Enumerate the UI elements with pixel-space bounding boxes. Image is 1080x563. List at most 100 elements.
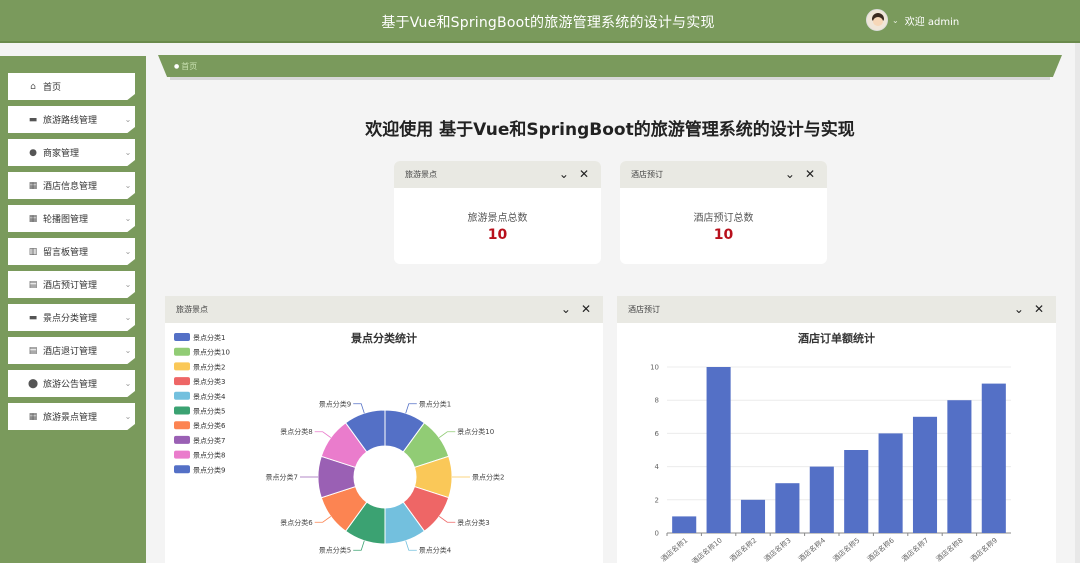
sidebar-item-label: 商家管理 (43, 149, 80, 159)
pie-leader-line (314, 431, 332, 438)
top-bar: 基于Vue和SpringBoot的旅游管理系统的设计与实现 ⌄ 欢迎 admin (0, 0, 1080, 43)
legend-swatch[interactable] (174, 435, 190, 444)
legend-swatch[interactable] (174, 362, 190, 371)
pie-slice-label: 景点分类5 (319, 546, 351, 555)
sidebar-item[interactable]: ▬ 旅游路线管理 ⌄ (8, 106, 135, 133)
legend-label[interactable]: 景点分类6 (193, 421, 226, 430)
y-tick-label: 8 (655, 397, 659, 405)
legend-label[interactable]: 景点分类9 (193, 465, 225, 474)
user-menu[interactable]: ⌄ 欢迎 admin (866, 9, 959, 31)
pie-chart-panel: 旅游景点 ⌄ ✕ 景点分类统计 景点分类1 景点分类10 景点分类2 景点分类3 景点分… (165, 296, 603, 563)
sidebar-item[interactable]: ▦ 轮播图管理 ⌄ (8, 205, 135, 232)
legend-label[interactable]: 景点分类8 (193, 451, 225, 460)
sidebar-item[interactable]: ▤ 酒店预订管理 ⌄ (8, 271, 135, 298)
chevron-down-icon: ⌄ (124, 247, 132, 256)
legend-swatch[interactable] (174, 406, 190, 415)
box-icon: ▤ (28, 279, 38, 290)
card-header-title: 旅游景点 (405, 170, 437, 179)
sidebar: ⌂ 首页 ▬ 旅游路线管理 ⌄ ● 商家管理 ⌄ ▦ 酒店信息管理 ⌄ ▦ 轮播图管理 ⌄ ▥ 留言板管理 ⌄ ▤… (0, 56, 146, 563)
legend-swatch[interactable] (174, 333, 190, 341)
sidebar-item-label: 酒店信息管理 (43, 182, 98, 192)
sidebar-item-label: 酒店预订管理 (43, 281, 98, 291)
legend-swatch[interactable] (174, 450, 190, 459)
legend-label[interactable]: 景点分类2 (193, 362, 225, 371)
collapse-icon[interactable]: ⌄ (559, 167, 569, 181)
card-header: 旅游景点 ⌄ ✕ (394, 161, 601, 188)
chevron-down-icon[interactable]: ⌄ (892, 16, 899, 25)
sidebar-item-label: 酒店退订管理 (43, 347, 98, 357)
legend-swatch[interactable] (174, 377, 190, 386)
page-title: 欢迎使用 基于Vue和SpringBoot的旅游管理系统的设计与实现 (365, 120, 855, 140)
pie-slice-label: 景点分类6 (280, 518, 313, 527)
pie-leader-line (438, 431, 456, 438)
bar[interactable] (775, 483, 800, 533)
x-tick-label: 酒店名称8 (934, 536, 965, 563)
close-icon[interactable]: ✕ (805, 167, 815, 181)
sidebar-item[interactable]: ▥ 留言板管理 ⌄ (8, 238, 135, 265)
bar[interactable] (706, 367, 731, 533)
x-tick-label: 酒店名称4 (796, 535, 827, 563)
sidebar-item[interactable]: ▬ 景点分类管理 ⌄ (8, 304, 135, 331)
bar[interactable] (809, 466, 834, 533)
list-icon: ▤ (28, 345, 38, 356)
sidebar-item[interactable]: ● 商家管理 ⌄ (8, 139, 135, 166)
folder-icon: ▬ (28, 312, 38, 323)
scrollbar[interactable] (1075, 43, 1080, 563)
bar[interactable] (740, 499, 766, 533)
sidebar-item-label: 景点分类管理 (43, 314, 98, 324)
collapse-icon[interactable]: ⌄ (785, 167, 795, 181)
apps-icon: ▦ (28, 213, 38, 224)
legend-label[interactable]: 景点分类4 (193, 392, 226, 401)
bar-chart: 0246810酒店名称1 酒店名称10 酒店名称2 酒店名称3 酒店名称4 酒店名称5 酒店… (650, 364, 1011, 563)
sidebar-item[interactable]: ⌂ 首页 (8, 73, 135, 100)
legend-swatch[interactable] (174, 465, 190, 474)
breadcrumb-home-link[interactable]: 首页 (181, 61, 197, 72)
sidebar-item-label: 旅游景点管理 (43, 413, 98, 423)
chart-icon: ▥ (28, 246, 38, 257)
pie-slice-label: 景点分类7 (266, 473, 298, 482)
sidebar-item[interactable]: ⬤ 旅游公告管理 ⌄ (8, 370, 135, 397)
bar[interactable] (912, 416, 938, 533)
bar[interactable] (844, 450, 869, 533)
chevron-down-icon: ⌄ (124, 181, 132, 190)
bar[interactable] (947, 400, 972, 533)
bar-chart-panel: 酒店预订 ⌄ ✕ 酒店订单额统计 0 2 4 6 8 10 酒店名称1 酒店名称10 酒店名称2… (617, 296, 1056, 563)
legend-label[interactable]: 景点分类7 (193, 436, 225, 445)
x-tick-label: 酒店名称10 (690, 536, 724, 563)
card-value: 10 (713, 227, 734, 243)
sidebar-item-label: 旅游公告管理 (43, 380, 98, 390)
legend-swatch[interactable] (174, 347, 190, 356)
pie-slice-label: 景点分类1 (419, 399, 451, 408)
pie-leader-line (353, 403, 365, 414)
pie-leader-line (353, 540, 365, 551)
y-tick-label: 2 (655, 496, 659, 504)
pie-leader-line (405, 403, 417, 414)
y-tick-label: 6 (655, 430, 660, 438)
bar[interactable] (981, 383, 1006, 533)
bar[interactable] (878, 433, 903, 533)
sidebar-item[interactable]: ▦ 酒店信息管理 ⌄ (8, 172, 135, 199)
sidebar-item[interactable]: ▤ 酒店退订管理 ⌄ (8, 337, 135, 364)
breadcrumb-dot-icon: ● (174, 62, 180, 70)
x-tick-label: 酒店名称6 (865, 535, 896, 563)
breadcrumb-shadow (170, 77, 1050, 80)
sidebar-item-label: 首页 (43, 83, 62, 93)
legend-swatch[interactable] (174, 421, 190, 430)
y-tick-label: 4 (655, 463, 660, 471)
card-label: 旅游景点总数 (467, 213, 528, 224)
sidebar-item[interactable]: ▦ 旅游景点管理 ⌄ (8, 403, 135, 430)
sidebar-item-label: 旅游路线管理 (43, 116, 98, 126)
chevron-down-icon: ⌄ (124, 115, 132, 124)
avatar[interactable] (866, 9, 888, 31)
bar[interactable] (672, 516, 697, 533)
card-value: 10 (487, 227, 508, 243)
x-tick-label: 酒店名称3 (762, 536, 793, 563)
legend-label[interactable]: 景点分类1 (193, 333, 225, 342)
legend-label[interactable]: 景点分类5 (193, 407, 225, 416)
legend-label[interactable]: 景点分类3 (193, 377, 225, 386)
legend-swatch[interactable] (174, 391, 190, 400)
legend-label[interactable]: 景点分类10 (193, 348, 230, 357)
table-icon: ▦ (28, 411, 38, 422)
close-icon[interactable]: ✕ (579, 167, 589, 181)
welcome-user-label: 欢迎 admin (904, 16, 960, 28)
